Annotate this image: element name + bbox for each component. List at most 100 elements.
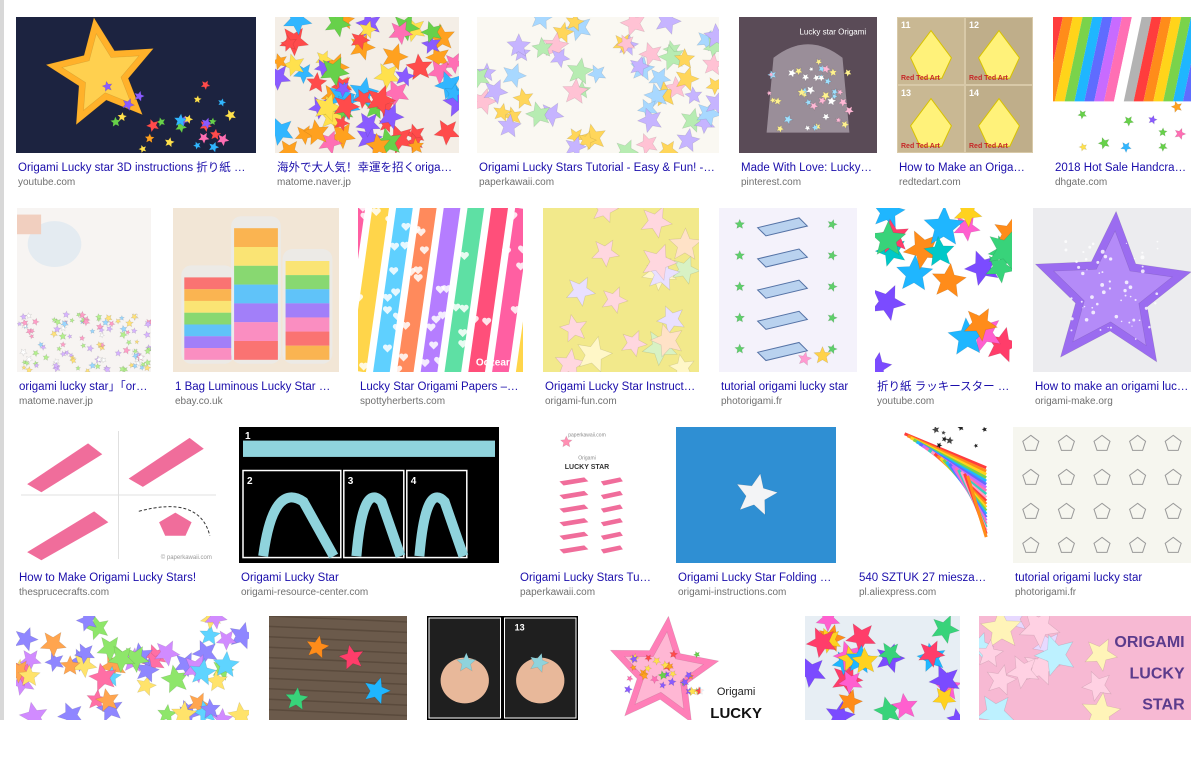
result-title-link[interactable]: 2018 Hot Sale Handcraft O… <box>1055 161 1189 175</box>
result-title-link[interactable]: Origami Lucky Stars Tutorial - Easy & Fu… <box>479 161 717 175</box>
image-result-tile[interactable]: 1 Bag Luminous Lucky Star Pap… ebay.co.uk <box>173 208 339 412</box>
image-result-tile[interactable]: Origami Lucky star 3D instructions 折り紙 ラ… <box>16 17 256 193</box>
result-thumbnail[interactable]: 11 Red Ted Art 12 Red Ted Art 13 Red Ted Art 1… <box>897 17 1033 153</box>
result-title-link[interactable]: 折り紙 ラッキースター 折… <box>877 380 1010 394</box>
thumb-text: Red Ted Art <box>901 143 941 150</box>
result-thumbnail[interactable] <box>1033 208 1191 372</box>
result-thumbnail[interactable]: 13 <box>427 616 578 720</box>
result-title-link[interactable]: Origami Lucky Star <box>241 571 497 585</box>
image-result-tile[interactable]: tutorial origami lucky star photorigami.f… <box>719 208 857 412</box>
result-thumbnail[interactable] <box>805 616 960 720</box>
result-thumbnail[interactable]: 1 2 3 4 <box>239 427 499 563</box>
image-result-tile[interactable]: Origami Lucky Star Instructions origami-f… <box>543 208 699 412</box>
result-thumbnail[interactable] <box>719 208 857 372</box>
result-title-link[interactable]: 海外で大人気！幸運を招くorigami lu… <box>277 161 457 175</box>
result-thumbnail[interactable]: Lucky star Origami <box>739 17 877 153</box>
result-title-link[interactable]: Origami Lucky star 3D instructions 折り紙 ラ… <box>18 161 254 175</box>
result-thumbnail[interactable] <box>275 17 459 153</box>
result-title-link[interactable]: 1 Bag Luminous Lucky Star Pap… <box>175 380 337 394</box>
pentagon-diagram-grid <box>1013 427 1191 563</box>
image-result-tile[interactable]: How to make an origami lucky s… origami-m… <box>1033 208 1191 412</box>
result-thumbnail[interactable]: © paperkawaii.com <box>17 427 220 563</box>
thumb-text: 13 <box>515 623 525 633</box>
result-source-domain: thesprucecrafts.com <box>19 587 110 598</box>
result-title-link[interactable]: How to Make Origami Lucky Stars! <box>19 571 218 585</box>
result-title-link[interactable]: Origami Lucky Stars Tutori… <box>520 571 654 585</box>
result-thumbnail[interactable]: paperkawaii.com Origami LUCKY STAR <box>518 427 656 563</box>
image-result-tile[interactable]: Origami Lucky Star Folding Instr… origami… <box>676 427 836 603</box>
rainbow-paper-strips <box>1053 17 1191 153</box>
result-title-link[interactable]: Origami Lucky Star Folding Instr… <box>678 571 834 585</box>
result-source-domain: pl.aliexpress.com <box>859 587 937 598</box>
result-thumbnail[interactable]: Origami LUCKY <box>597 616 785 720</box>
thumb-text: 4 <box>411 476 417 487</box>
image-result-tile[interactable]: Origami LUCKY <box>597 616 785 760</box>
image-result-tile[interactable]: Oozear Lucky Star Origami Papers – Sp… spo… <box>358 208 523 412</box>
pink-strip-steps: © paperkawaii.com <box>17 427 220 563</box>
thumb-text: Origami <box>717 686 756 698</box>
thumb-text: LUCKY <box>710 705 762 720</box>
result-title-link[interactable]: Origami Lucky Star Instructions <box>545 380 697 394</box>
result-thumbnail[interactable] <box>477 17 719 153</box>
result-source-domain: photorigami.fr <box>721 396 783 407</box>
result-title-link[interactable]: How to make an origami lucky s… <box>1035 380 1189 394</box>
result-thumbnail[interactable]: ORIGAMI LUCKY STAR <box>979 616 1191 720</box>
image-result-tile[interactable]: Lucky star Origami Made With Love: Lucky … <box>739 17 877 193</box>
origami-lucky-bowl: Origami LUCKY <box>597 616 785 720</box>
left-rule <box>0 0 4 720</box>
image-result-tile[interactable] <box>269 616 407 760</box>
image-result-tile[interactable]: 13 <box>427 616 578 760</box>
heart-pattern-strips: Oozear <box>358 208 523 372</box>
result-title-link[interactable]: 540 SZTUK 27 mieszanie … <box>859 571 991 585</box>
result-title-link[interactable]: tutorial origami lucky star <box>1015 571 1189 585</box>
thumb-text: Red Ted Art <box>969 75 1009 82</box>
result-thumbnail[interactable] <box>1013 427 1191 563</box>
result-source-domain: redtedart.com <box>899 177 961 188</box>
result-title-link[interactable]: Made With Love: Lucky St… <box>741 161 875 175</box>
result-title-link[interactable]: How to Make an Origami L… <box>899 161 1031 175</box>
origami-lucky-stars-pink: ORIGAMI LUCKY STAR <box>979 616 1191 720</box>
result-source-domain: pinterest.com <box>741 177 802 188</box>
colorful-stars-pile <box>275 17 459 153</box>
image-result-tile[interactable]: 540 SZTUK 27 mieszanie … pl.aliexpress.co… <box>857 427 993 603</box>
image-result-tile[interactable]: Origami Lucky Stars Tutorial - Easy & Fu… <box>477 17 719 193</box>
result-thumbnail[interactable] <box>857 427 993 563</box>
thumb-text: © paperkawaii.com <box>161 554 212 561</box>
image-result-tile[interactable]: origami lucky star」「origa… matome.naver.j… <box>17 208 151 412</box>
result-thumbnail[interactable] <box>17 208 151 372</box>
image-result-tile[interactable]: © paperkawaii.com How to Make Origami Luc… <box>17 427 220 603</box>
result-thumbnail[interactable]: Oozear <box>358 208 523 372</box>
result-thumbnail[interactable] <box>16 616 249 720</box>
image-result-tile[interactable]: 海外で大人気！幸運を招くorigami lu… matome.naver.jp <box>275 17 459 193</box>
jar-of-stars: Lucky star Origami <box>739 17 877 153</box>
result-thumbnail[interactable] <box>16 17 256 153</box>
pastel-stars-yellow <box>543 208 699 372</box>
image-result-tile[interactable]: 折り紙 ラッキースター 折… youtube.com <box>875 208 1012 412</box>
result-title-link[interactable]: tutorial origami lucky star <box>721 380 855 394</box>
pouring-stars-jar <box>17 208 151 372</box>
result-thumbnail[interactable] <box>543 208 699 372</box>
image-result-tile[interactable]: tutorial origami lucky star photorigami.f… <box>1013 427 1191 603</box>
thumb-text: 12 <box>969 20 979 30</box>
result-title-link[interactable]: origami lucky star」「origa… <box>19 380 149 394</box>
thumb-text: paperkawaii.com <box>568 433 606 439</box>
image-result-tile[interactable] <box>16 616 249 760</box>
result-source-domain: matome.naver.jp <box>19 396 93 407</box>
result-thumbnail[interactable] <box>269 616 407 720</box>
result-thumbnail[interactable] <box>676 427 836 563</box>
thumb-text: 13 <box>901 88 911 98</box>
result-thumbnail[interactable] <box>173 208 339 372</box>
thumb-text: ORIGAMI <box>1114 634 1184 651</box>
image-result-tile[interactable] <box>805 616 960 760</box>
result-source-domain: origami-instructions.com <box>678 587 787 598</box>
image-result-tile[interactable]: 1 2 3 4 Origami Lucky Star origami-resource-c… <box>239 427 499 603</box>
result-thumbnail[interactable] <box>875 208 1012 372</box>
image-result-tile[interactable]: paperkawaii.com Origami LUCKY STAR Origami … <box>518 427 656 603</box>
image-result-tile[interactable]: 2018 Hot Sale Handcraft O… dhgate.com <box>1053 17 1191 193</box>
result-title-link[interactable]: Lucky Star Origami Papers – Sp… <box>360 380 521 394</box>
folding-steps-pentagon: 11 Red Ted Art 12 Red Ted Art 13 Red Ted Art 1… <box>897 17 1033 153</box>
result-thumbnail[interactable] <box>1053 17 1191 153</box>
thumb-text: 1 <box>245 431 251 442</box>
image-result-tile[interactable]: 11 Red Ted Art 12 Red Ted Art 13 Red Ted Art 1… <box>897 17 1033 193</box>
image-result-tile[interactable]: ORIGAMI LUCKY STAR <box>979 616 1191 760</box>
